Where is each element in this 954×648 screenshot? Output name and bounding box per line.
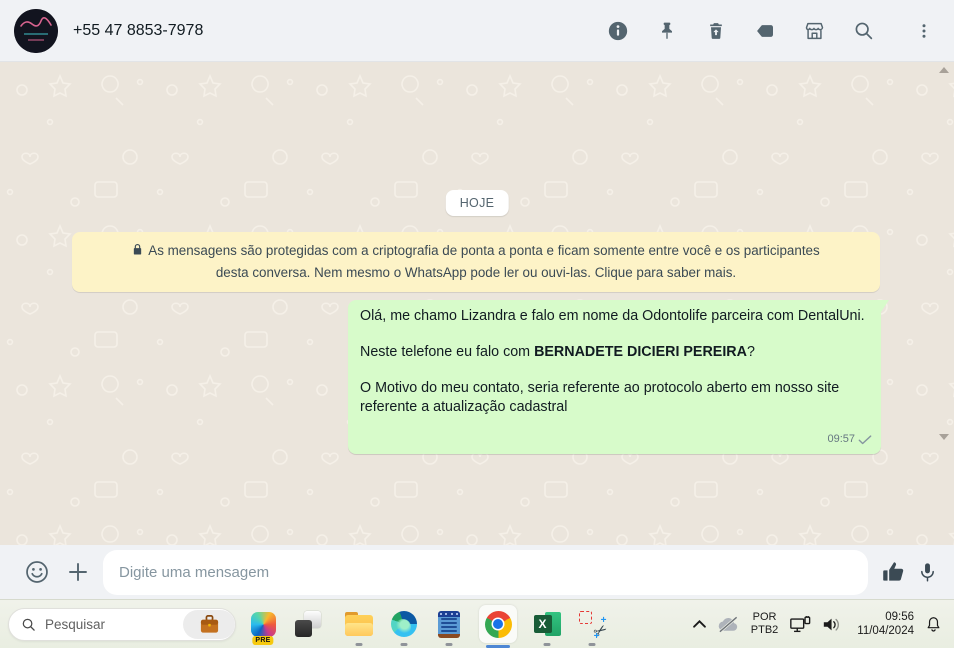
emoji-icon[interactable] [24, 559, 50, 585]
edge-icon [391, 611, 417, 637]
clock-date[interactable]: 09:56 11/04/2024 [857, 610, 914, 638]
lock-icon [132, 241, 143, 262]
message-composer [0, 545, 954, 599]
message-time: 09:57 [827, 433, 855, 445]
edge-button[interactable] [389, 609, 419, 646]
message-bold-name: BERNADETE DICIERI PEREIRA [534, 344, 747, 360]
scroll-up-arrow[interactable] [939, 67, 949, 73]
notification-bell-icon[interactable] [925, 615, 942, 634]
system-tray: POR PTB2 09:56 11/04/2024 [692, 610, 942, 638]
attach-plus-icon[interactable] [66, 560, 90, 584]
message-meta: 09:57 [827, 430, 872, 449]
header-actions [606, 19, 936, 43]
scroll-down-arrow[interactable] [939, 434, 949, 440]
volume-icon[interactable] [822, 616, 842, 633]
task-view-icon [295, 611, 321, 637]
message-paragraph-1: Olá, me chamo Lizandra e falo em nome da… [360, 308, 865, 324]
running-indicator [588, 643, 596, 646]
taskbar-search-icon [22, 618, 35, 631]
notepad-app-button[interactable] [434, 609, 464, 646]
running-indicator [543, 643, 551, 646]
chat-header: +55 47 8853-7978 [0, 0, 954, 62]
bubble-tail [881, 300, 889, 312]
running-indicator [355, 643, 363, 646]
avatar-art [14, 8, 58, 53]
tray-time: 09:56 [885, 611, 914, 623]
snipping-tool-button[interactable]: ✂ + + [577, 609, 611, 646]
tray-date: 11/04/2024 [857, 625, 914, 637]
network-ethernet-icon[interactable] [789, 615, 811, 634]
language-indicator[interactable]: POR PTB2 [751, 611, 779, 637]
taskbar-app-icons: PRE X ✂ + + [248, 605, 611, 648]
file-explorer-button[interactable] [344, 609, 374, 646]
check-sent-icon [858, 434, 872, 444]
taskbar-search-input[interactable] [45, 616, 183, 632]
message-input[interactable] [103, 549, 868, 595]
copilot-pre-badge: PRE [252, 636, 274, 645]
excel-icon: X [533, 611, 561, 637]
chrome-button[interactable] [479, 605, 517, 648]
excel-button[interactable]: X [532, 609, 562, 646]
search-highlight-art[interactable] [183, 609, 235, 639]
briefcase-icon [200, 614, 218, 633]
delete-icon[interactable] [704, 19, 728, 43]
running-indicator [400, 643, 408, 646]
message-paragraph-2: Neste telefone eu falo com BERNADETE DIC… [360, 344, 755, 360]
task-view-button[interactable] [293, 609, 323, 639]
tray-chevron-icon[interactable] [692, 620, 706, 628]
onedrive-offline-icon[interactable] [717, 615, 740, 633]
outgoing-message-bubble[interactable]: Olá, me chamo Lizandra e falo em nome da… [348, 300, 889, 454]
encryption-notice: As mensagens são protegidas com a cripto… [72, 232, 880, 292]
chrome-icon [484, 610, 512, 638]
encryption-notice-link[interactable]: Clique para saber mais. [595, 265, 736, 280]
whatsapp-desktop-window: +55 47 8853-7978 HOJE As mensagens são p… [0, 0, 954, 648]
file-explorer-icon [345, 612, 373, 636]
running-indicator [445, 643, 453, 646]
contact-avatar[interactable] [14, 8, 58, 53]
label-icon[interactable] [753, 19, 777, 43]
menu-icon[interactable] [912, 19, 936, 43]
taskbar-search-box[interactable] [8, 607, 236, 641]
message-paragraph-3: O Motivo do meu contato, seria referente… [360, 380, 840, 415]
storefront-icon[interactable] [802, 19, 826, 43]
copilot-button[interactable]: PRE [248, 609, 278, 645]
date-divider: HOJE [445, 190, 509, 216]
thumbs-up-icon[interactable] [880, 559, 907, 585]
copilot-icon [250, 611, 276, 637]
pin-icon[interactable] [655, 19, 679, 43]
search-icon[interactable] [851, 19, 875, 43]
notepad-icon [438, 610, 460, 638]
chat-message-area: HOJE As mensagens são protegidas com a c… [0, 62, 954, 545]
windows-taskbar: PRE [0, 599, 954, 648]
info-icon[interactable] [606, 19, 630, 43]
snipping-tool-icon: ✂ + + [578, 610, 611, 642]
contact-title[interactable]: +55 47 8853-7978 [73, 22, 203, 40]
microphone-icon[interactable] [917, 560, 938, 585]
